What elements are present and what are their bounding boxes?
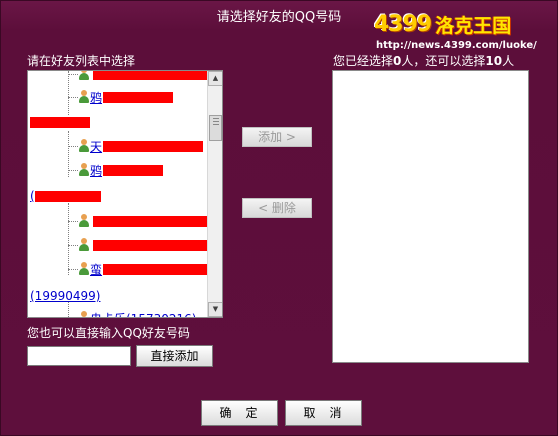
friend-item[interactable]: 鸦	[68, 88, 174, 106]
person-icon	[78, 311, 90, 317]
redacted-name	[93, 215, 222, 227]
selection-suffix: 人	[502, 54, 515, 68]
remaining-count: 10	[485, 54, 503, 68]
friend-name: 天	[90, 139, 103, 154]
logo-text: 洛克王国	[435, 14, 512, 37]
tree-scrollbar[interactable]: ▲ ▼	[207, 71, 222, 317]
friend-name: 央卡乐(15730216)	[90, 310, 196, 318]
scroll-down-icon[interactable]: ▼	[208, 302, 222, 317]
scroll-up-icon[interactable]: ▲	[208, 71, 222, 86]
friend-tree-content: 鸦 天 鸦 (蛮 (19990499)	[28, 71, 222, 318]
person-icon	[78, 238, 90, 252]
ok-button[interactable]: 确定	[201, 400, 278, 426]
manual-input-label: 您也可以直接输入QQ好友号码	[27, 326, 190, 340]
friend-item[interactable]	[68, 212, 222, 230]
redacted-name	[103, 91, 174, 103]
selected-friends-list[interactable]	[332, 70, 529, 363]
add-button[interactable]: 添加 >	[242, 127, 312, 147]
friend-list-label: 请在好友列表中选择	[27, 54, 136, 68]
friend-group[interactable]: (	[30, 187, 101, 205]
friend-group[interactable]: (19990499)	[30, 287, 100, 305]
person-icon	[78, 163, 90, 177]
selection-prefix: 您已经选择	[333, 54, 394, 68]
friend-item[interactable]	[68, 236, 222, 254]
selection-middle: 人，还可以选择	[401, 54, 486, 68]
friend-tree[interactable]: 鸦 天 鸦 (蛮 (19990499) ▲ ▼	[27, 70, 223, 318]
redacted-name	[93, 239, 222, 251]
friend-name: 鸦	[90, 90, 103, 105]
scroll-thumb[interactable]	[209, 115, 222, 141]
logo-number: 4399	[374, 11, 432, 37]
logo-url: http://news.4399.com/luoke/	[376, 40, 537, 51]
friend-item[interactable]	[68, 71, 209, 83]
person-icon	[78, 71, 90, 81]
friend-item[interactable]: 鸦	[68, 161, 164, 179]
remove-button[interactable]: < 删除	[242, 198, 312, 218]
redacted-name	[103, 140, 204, 152]
friend-item[interactable]: 央卡乐(15730216)	[68, 309, 196, 318]
cancel-button[interactable]: 取消	[285, 400, 362, 426]
redacted-group	[34, 190, 101, 202]
friend-group[interactable]	[30, 113, 90, 131]
person-icon	[78, 139, 90, 153]
person-icon	[78, 90, 90, 104]
friend-item[interactable]: 蛮	[68, 260, 208, 278]
friend-name: 鸦	[90, 163, 103, 178]
redacted-group	[30, 116, 90, 128]
friend-item[interactable]: 天	[68, 137, 204, 155]
friend-name: 蛮	[90, 262, 103, 277]
qq-number-input[interactable]	[27, 346, 131, 366]
person-icon	[78, 262, 90, 276]
redacted-name	[93, 71, 209, 80]
selection-status: 您已经选择0人，还可以选择10人	[333, 52, 514, 69]
redacted-name	[103, 164, 164, 176]
friend-group-text: (19990499)	[30, 289, 101, 303]
logo: 4399 洛克王国	[374, 10, 544, 38]
add-direct-button[interactable]: 直接添加	[136, 345, 213, 367]
person-icon	[78, 214, 90, 228]
redacted-name	[103, 263, 208, 275]
